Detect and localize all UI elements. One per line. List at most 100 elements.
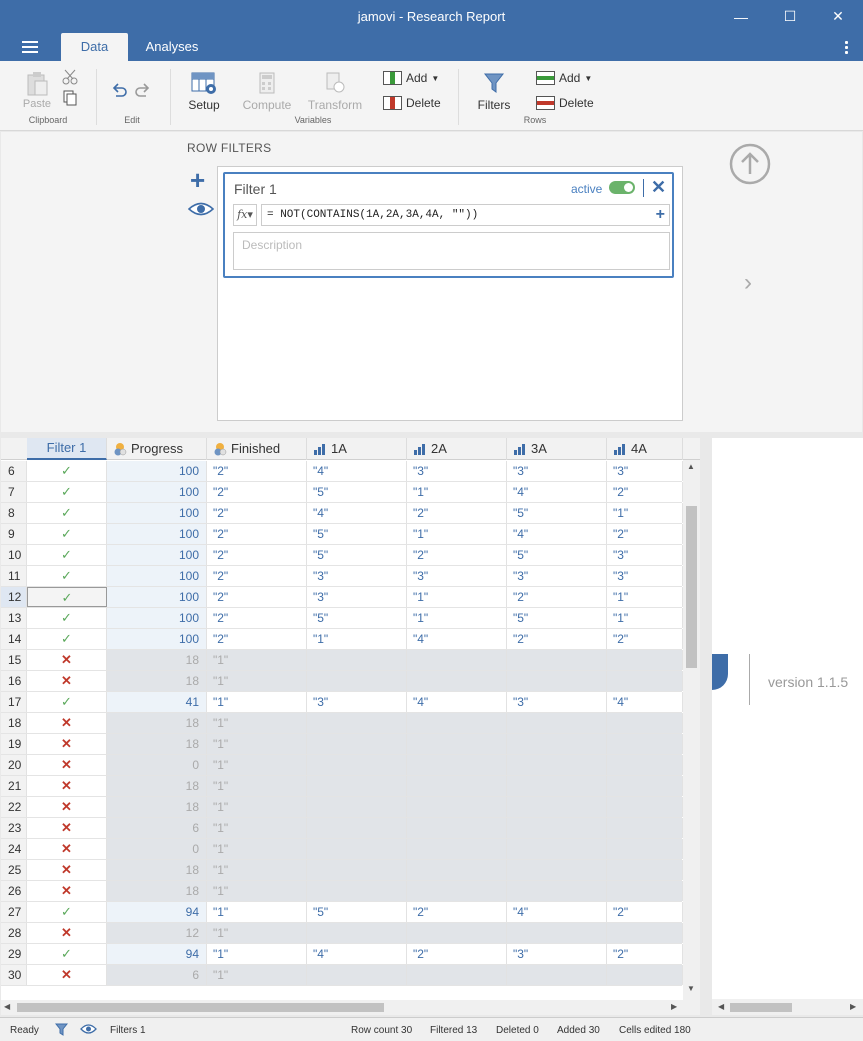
1a-cell[interactable]: "4"	[307, 503, 407, 523]
progress-cell[interactable]: 100	[107, 587, 207, 607]
collapse-up-icon[interactable]	[729, 143, 771, 188]
finished-cell[interactable]: "1"	[207, 881, 307, 901]
column-header-finished[interactable]: Finished	[207, 438, 307, 460]
filter-cell[interactable]: ✓	[27, 608, 107, 628]
2a-cell[interactable]	[407, 797, 507, 817]
scroll-right-icon[interactable]: ▶	[850, 1002, 856, 1011]
1a-cell[interactable]	[307, 965, 407, 985]
1a-cell[interactable]	[307, 881, 407, 901]
1a-cell[interactable]	[307, 671, 407, 691]
finished-cell[interactable]: "2"	[207, 629, 307, 649]
finished-cell[interactable]: "2"	[207, 503, 307, 523]
filter-cell[interactable]: ✓	[27, 524, 107, 544]
2a-cell[interactable]: "2"	[407, 545, 507, 565]
3a-cell[interactable]	[507, 965, 607, 985]
finished-cell[interactable]: "2"	[207, 566, 307, 586]
minimize-button[interactable]: —	[718, 0, 764, 33]
2a-cell[interactable]: "2"	[407, 902, 507, 922]
cut-button[interactable]	[62, 69, 78, 88]
finished-cell[interactable]: "1"	[207, 944, 307, 964]
eye-status-icon[interactable]	[80, 1023, 97, 1038]
filter-status-icon[interactable]	[54, 1022, 69, 1039]
2a-cell[interactable]: "3"	[407, 461, 507, 481]
finished-cell[interactable]: "2"	[207, 461, 307, 481]
4a-cell[interactable]: "4"	[607, 692, 683, 712]
progress-cell[interactable]: 18	[107, 713, 207, 733]
finished-cell[interactable]: "1"	[207, 965, 307, 985]
3a-cell[interactable]	[507, 839, 607, 859]
column-header-1a[interactable]: 1A	[307, 438, 407, 460]
2a-cell[interactable]: "2"	[407, 503, 507, 523]
progress-cell[interactable]: 94	[107, 902, 207, 922]
finished-cell[interactable]: "1"	[207, 734, 307, 754]
filter-cell[interactable]: ✕	[27, 860, 107, 880]
1a-cell[interactable]: "5"	[307, 482, 407, 502]
3a-cell[interactable]: "4"	[507, 524, 607, 544]
2a-cell[interactable]	[407, 734, 507, 754]
4a-cell[interactable]: "2"	[607, 524, 683, 544]
2a-cell[interactable]	[407, 860, 507, 880]
1a-cell[interactable]: "3"	[307, 566, 407, 586]
progress-cell[interactable]: 100	[107, 608, 207, 628]
3a-cell[interactable]: "3"	[507, 692, 607, 712]
4a-cell[interactable]: "3"	[607, 461, 683, 481]
2a-cell[interactable]	[407, 839, 507, 859]
progress-cell[interactable]: 100	[107, 629, 207, 649]
4a-cell[interactable]	[607, 881, 683, 901]
filter-cell[interactable]: ✕	[27, 650, 107, 670]
4a-cell[interactable]	[607, 839, 683, 859]
progress-cell[interactable]: 0	[107, 839, 207, 859]
finished-cell[interactable]: "1"	[207, 818, 307, 838]
add-variable-button[interactable]: Add ▼	[383, 71, 439, 85]
progress-cell[interactable]: 100	[107, 503, 207, 523]
finished-cell[interactable]: "2"	[207, 587, 307, 607]
finished-cell[interactable]: "2"	[207, 545, 307, 565]
1a-cell[interactable]	[307, 713, 407, 733]
4a-cell[interactable]: "1"	[607, 503, 683, 523]
copy-button[interactable]	[62, 90, 78, 109]
filter-cell[interactable]: ✕	[27, 755, 107, 775]
1a-cell[interactable]	[307, 839, 407, 859]
1a-cell[interactable]: "1"	[307, 629, 407, 649]
filter-cell[interactable]: ✓	[27, 902, 107, 922]
3a-cell[interactable]: "5"	[507, 503, 607, 523]
1a-cell[interactable]	[307, 734, 407, 754]
redo-button[interactable]	[134, 81, 152, 102]
menu-icon[interactable]	[22, 41, 38, 53]
4a-cell[interactable]	[607, 965, 683, 985]
scroll-down-icon[interactable]: ▼	[687, 984, 695, 993]
progress-cell[interactable]: 94	[107, 944, 207, 964]
finished-cell[interactable]: "1"	[207, 713, 307, 733]
1a-cell[interactable]: "4"	[307, 944, 407, 964]
1a-cell[interactable]: "3"	[307, 692, 407, 712]
column-header-filter[interactable]: Filter 1	[27, 438, 107, 460]
filter-cell[interactable]: ✓	[27, 461, 107, 481]
1a-cell[interactable]: "4"	[307, 461, 407, 481]
add-row-button[interactable]: Add ▼	[536, 71, 592, 85]
2a-cell[interactable]: "1"	[407, 608, 507, 628]
1a-cell[interactable]: "5"	[307, 545, 407, 565]
4a-cell[interactable]: "2"	[607, 902, 683, 922]
scroll-left-icon[interactable]: ◀	[4, 1002, 10, 1011]
scroll-up-icon[interactable]: ▲	[687, 462, 695, 471]
3a-cell[interactable]	[507, 797, 607, 817]
filter-cell[interactable]: ✓	[27, 503, 107, 523]
scroll-left-icon[interactable]: ◀	[718, 1002, 724, 1011]
add-condition-icon[interactable]: +	[656, 205, 665, 225]
2a-cell[interactable]	[407, 776, 507, 796]
close-window-button[interactable]: ✕	[815, 0, 861, 33]
2a-cell[interactable]: "1"	[407, 524, 507, 544]
3a-cell[interactable]	[507, 650, 607, 670]
finished-cell[interactable]: "1"	[207, 923, 307, 943]
4a-cell[interactable]	[607, 776, 683, 796]
2a-cell[interactable]	[407, 881, 507, 901]
2a-cell[interactable]	[407, 713, 507, 733]
progress-cell[interactable]: 18	[107, 671, 207, 691]
column-header-progress[interactable]: Progress	[107, 438, 207, 460]
4a-cell[interactable]	[607, 650, 683, 670]
4a-cell[interactable]	[607, 734, 683, 754]
finished-cell[interactable]: "2"	[207, 482, 307, 502]
maximize-button[interactable]: ☐	[767, 0, 813, 33]
remove-filter-icon[interactable]: ✕	[651, 177, 666, 198]
3a-cell[interactable]	[507, 755, 607, 775]
